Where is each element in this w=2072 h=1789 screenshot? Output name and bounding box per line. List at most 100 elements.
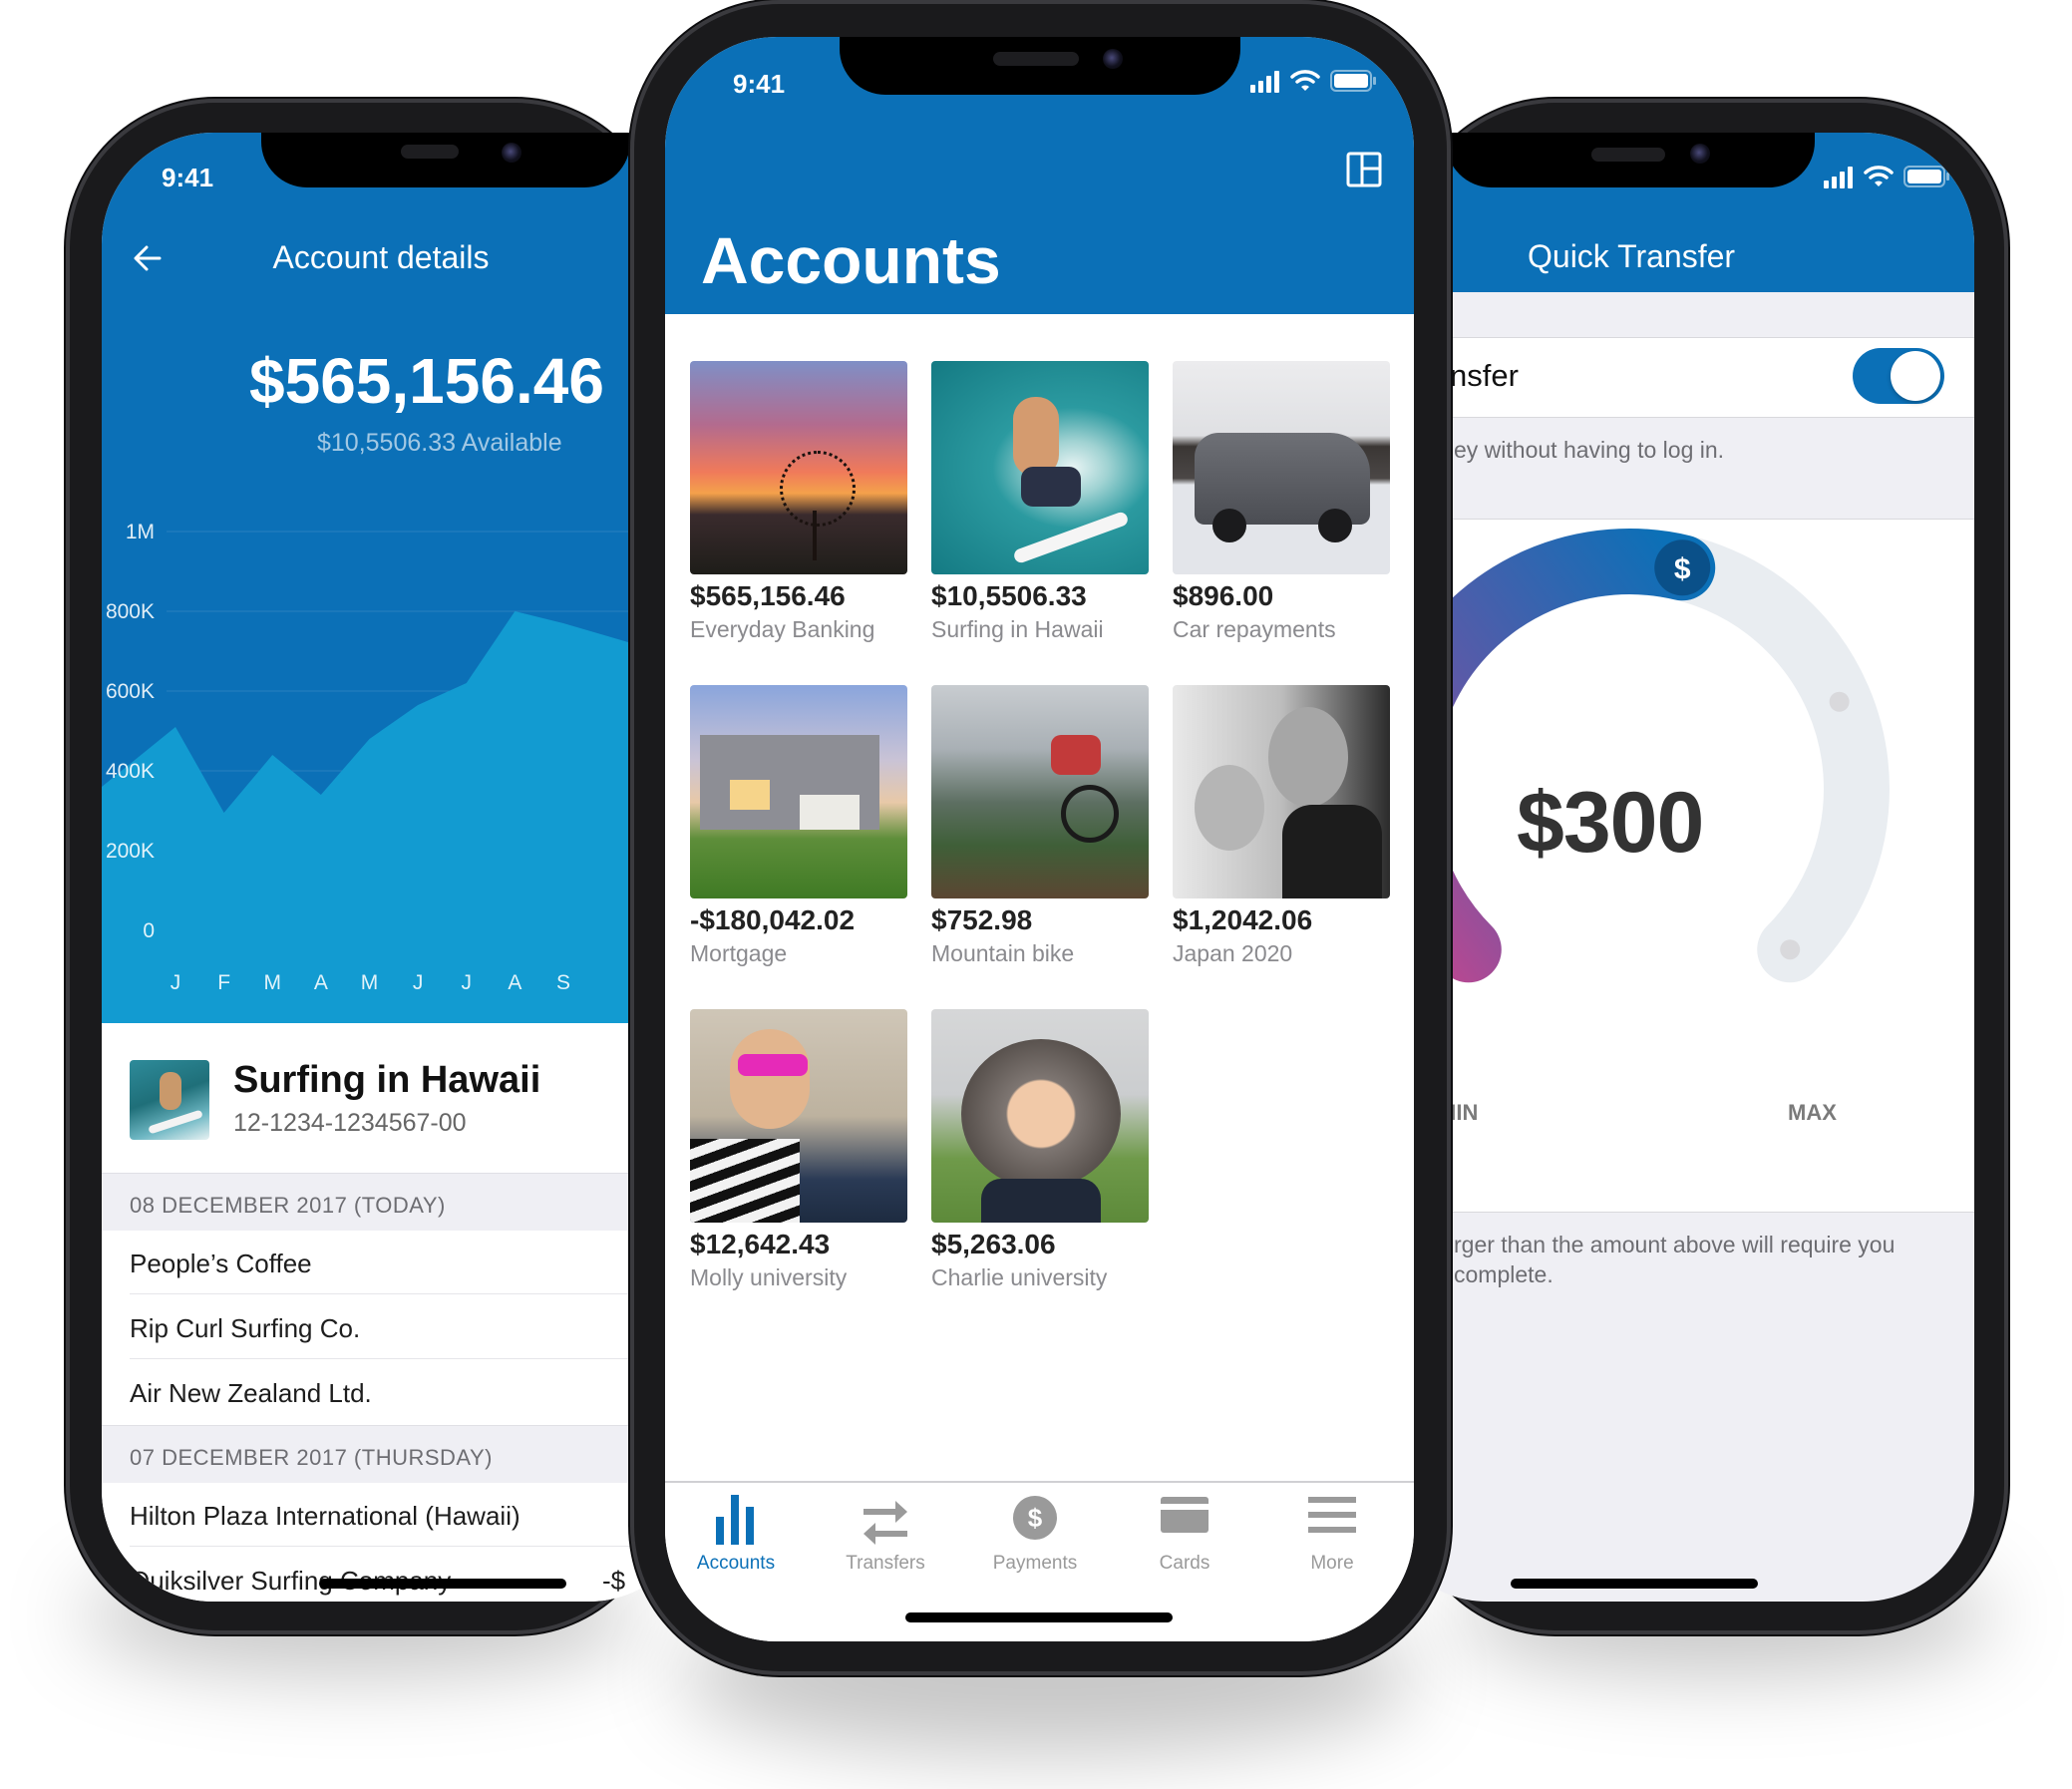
quick-transfer-screen: Quick Transfer nsfer ey without having t… — [1376, 133, 1974, 1602]
dollar-icon: $ — [1674, 552, 1691, 585]
y-tick-label: 200K — [106, 840, 155, 863]
transfer-arrows-icon — [863, 1501, 907, 1545]
account-thumbnail — [130, 1060, 209, 1140]
account-label: Charlie university — [931, 1264, 1108, 1290]
screen-title: Quick Transfer — [1528, 238, 1736, 274]
account-balance: $752.98 — [931, 904, 1033, 935]
account-label: Mortgage — [690, 940, 788, 966]
tab-cards[interactable]: Cards — [1125, 1495, 1244, 1575]
gauge-step-dot — [1780, 939, 1801, 960]
x-tick-label: J — [462, 971, 473, 994]
tab-transfers[interactable]: Transfers — [826, 1495, 945, 1575]
battery-icon — [1330, 70, 1376, 92]
toggle-knob — [1891, 351, 1940, 401]
x-tick-label: J — [413, 971, 424, 994]
screen-title: Account details — [272, 239, 490, 275]
house-image — [690, 685, 907, 898]
section-header: 07 DECEMBER 2017 (THURSDAY) — [102, 1425, 700, 1484]
transaction-row[interactable]: People’s Coffee — [102, 1231, 700, 1294]
layout-toggle-button[interactable] — [1346, 152, 1386, 191]
status-icons — [1250, 69, 1390, 99]
footer-note: rger than the amount above will require … — [1454, 1232, 1896, 1287]
home-indicator — [319, 1579, 566, 1589]
account-tile[interactable]: $12,642.43 Molly university — [690, 1009, 907, 1291]
account-tile[interactable]: -$180,042.02 Mortgage — [690, 685, 907, 967]
layout-grid-icon — [1346, 152, 1382, 187]
section-header: 08 DECEMBER 2017 (TODAY) — [102, 1173, 700, 1232]
account-tile[interactable]: $1,2042.06 Japan 2020 — [1173, 685, 1390, 967]
available-amount: $10,5506.33 Available — [317, 429, 562, 457]
status-time: 9:41 — [162, 163, 214, 192]
gauge-step-dot — [1829, 691, 1850, 712]
y-tick-label: 600K — [106, 680, 155, 703]
account-balance: $12,642.43 — [690, 1229, 831, 1259]
account-label: Mountain bike — [931, 940, 1075, 966]
account-label: Everyday Banking — [690, 616, 875, 642]
speaker — [401, 145, 459, 159]
gauge-panel: $ $300 MIN MAX — [1376, 519, 1974, 1213]
account-tile[interactable]: $752.98 Mountain bike — [931, 685, 1149, 967]
account-label: Japan 2020 — [1173, 940, 1293, 966]
svg-text:$: $ — [1028, 1503, 1043, 1533]
status-time: 9:41 — [733, 69, 786, 99]
account-balance: $896.00 — [1173, 580, 1274, 611]
front-camera — [1690, 144, 1710, 164]
card-icon — [1161, 1497, 1209, 1533]
transaction-row[interactable]: Quiksilver Surfing Company -$ — [102, 1548, 700, 1602]
x-tick-label: S — [556, 971, 570, 994]
tab-accounts[interactable]: Accounts — [676, 1495, 796, 1575]
notch — [261, 133, 630, 187]
transaction-row[interactable]: Hilton Plaza International (Hawaii) — [102, 1483, 700, 1547]
account-balance: $10,5506.33 — [931, 580, 1087, 611]
tab-payments[interactable]: $ Payments — [975, 1495, 1095, 1575]
sunset-tree-image — [690, 361, 907, 574]
account-balance: -$180,042.02 — [690, 904, 856, 935]
status-icons — [1824, 165, 1963, 194]
wifi-icon — [1290, 70, 1320, 91]
toggle-label: nsfer — [1450, 358, 1519, 393]
accounts-screen: 9:41 Accounts $565,156.46 Everyday Banki… — [665, 37, 1414, 1641]
balance-amount: $565,156.46 — [249, 345, 604, 417]
bar-chart-icon — [716, 1495, 754, 1545]
front-camera — [1103, 49, 1123, 69]
y-tick-label: 800K — [106, 600, 155, 623]
y-tick-label: 400K — [106, 760, 155, 783]
boy-fur-hood-image — [931, 1009, 1149, 1223]
menu-icon — [1308, 1497, 1356, 1533]
dollar-circle-icon: $ — [1013, 1496, 1057, 1540]
x-tick-label: A — [508, 971, 521, 994]
quick-transfer-toggle[interactable] — [1853, 348, 1944, 404]
account-label: Molly university — [690, 1264, 848, 1290]
account-balance: $5,263.06 — [931, 1229, 1056, 1259]
page-title: Accounts — [701, 223, 1001, 297]
mountain-biker-image — [931, 685, 1149, 898]
account-balance: $565,156.46 — [690, 580, 846, 611]
account-tile[interactable]: $5,263.06 Charlie university — [931, 1009, 1149, 1291]
y-tick-label: 0 — [143, 919, 155, 942]
account-header[interactable]: Surfing in Hawaii 12-1234-1234567-00 — [102, 1023, 700, 1173]
transfer-amount: $300 — [1517, 775, 1704, 871]
speaker — [1591, 148, 1665, 162]
account-details-screen: 1M 800K 600K 400K 200K 0 J F M A M J J A S 9:41 Accoun… — [102, 133, 700, 1602]
x-tick-label: F — [217, 971, 230, 994]
battery-icon — [1903, 166, 1949, 187]
y-tick-label: 1M — [126, 521, 155, 543]
home-indicator — [1511, 1579, 1758, 1589]
wifi-icon — [1864, 166, 1894, 186]
account-label: Car repayments — [1173, 616, 1336, 642]
max-label: MAX — [1788, 1100, 1837, 1125]
account-tile[interactable]: $10,5506.33 Surfing in Hawaii — [931, 361, 1149, 643]
signal-icon — [1250, 71, 1279, 93]
surfer-image — [931, 361, 1149, 574]
account-tile[interactable]: $565,156.46 Everyday Banking — [690, 361, 907, 643]
account-balance: $1,2042.06 — [1173, 904, 1313, 935]
transaction-row[interactable]: Air New Zealand Ltd.- — [102, 1360, 700, 1424]
home-indicator — [905, 1612, 1173, 1622]
x-tick-label: J — [171, 971, 181, 994]
tab-more[interactable]: More — [1272, 1495, 1392, 1575]
x-tick-label: A — [314, 971, 328, 994]
account-tile[interactable]: $896.00 Car repayments — [1173, 361, 1390, 643]
girl-sunglasses-image — [690, 1009, 907, 1223]
x-tick-label: M — [361, 971, 379, 994]
transaction-row[interactable]: Rip Curl Surfing Co.- — [102, 1295, 700, 1359]
